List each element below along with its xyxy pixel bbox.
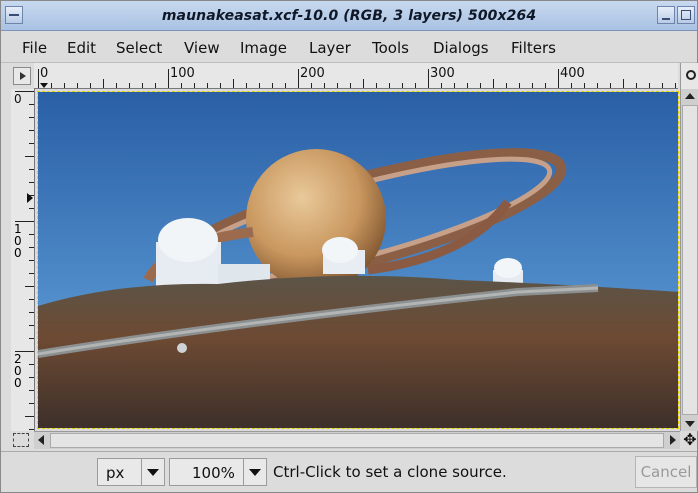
chevron-down-icon[interactable]	[141, 459, 164, 485]
ruler-label-100: 100	[170, 66, 195, 81]
zoom-icon[interactable]	[680, 63, 698, 89]
scroll-down-icon[interactable]	[685, 421, 695, 427]
menu-filters[interactable]: Filters	[511, 39, 556, 57]
menu-bar: File Edit Select View Image Layer Tools …	[1, 31, 697, 63]
menu-layer[interactable]: Layer	[309, 39, 351, 57]
cancel-button[interactable]: Cancel	[635, 456, 697, 488]
unit-selector[interactable]: px	[97, 458, 165, 486]
vruler-label-100: 100	[14, 222, 22, 260]
menu-select[interactable]: Select	[116, 39, 162, 57]
canvas-image	[38, 92, 678, 428]
chevron-down-icon[interactable]	[243, 459, 266, 485]
menu-file[interactable]: File	[22, 39, 47, 57]
horizontal-ruler[interactable]: 0 100 200 300 400	[34, 63, 678, 89]
horizontal-scroll-thumb[interactable]	[50, 433, 664, 448]
image-canvas[interactable]	[37, 91, 679, 429]
maximize-icon[interactable]	[677, 6, 695, 24]
scroll-up-icon[interactable]	[685, 93, 695, 99]
ruler-label-400: 400	[560, 66, 585, 81]
menu-dialogs[interactable]: Dialogs	[433, 39, 489, 57]
vertical-ruler[interactable]: 0 100 200	[11, 89, 35, 431]
minimize-icon[interactable]	[657, 6, 675, 24]
zoom-value: 100%	[192, 464, 235, 482]
unit-value: px	[106, 464, 125, 482]
scroll-right-icon[interactable]	[670, 435, 676, 445]
vertical-scrollbar[interactable]	[680, 89, 698, 431]
navigate-move-icon[interactable]: ✥	[681, 431, 698, 449]
menu-tools[interactable]: Tools	[372, 39, 409, 57]
image-window: maunakeasat.xcf-10.0 (RGB, 3 layers) 500…	[0, 0, 698, 493]
window-title: maunakeasat.xcf-10.0 (RGB, 3 layers) 500…	[161, 8, 537, 24]
title-bar[interactable]: maunakeasat.xcf-10.0 (RGB, 3 layers) 500…	[1, 1, 697, 31]
scroll-left-icon[interactable]	[38, 435, 44, 445]
ruler-label-200: 200	[300, 66, 325, 81]
zoom-selector[interactable]: 100%	[169, 458, 267, 486]
quick-mask-icon[interactable]	[13, 433, 29, 447]
ruler-label-300: 300	[430, 66, 455, 81]
ruler-label-0: 0	[40, 66, 49, 81]
menu-view[interactable]: View	[184, 39, 220, 57]
menu-edit[interactable]: Edit	[67, 39, 96, 57]
vertical-scroll-thumb[interactable]	[682, 105, 698, 415]
vruler-label-0: 0	[14, 93, 22, 105]
status-message: Ctrl-Click to set a clone source.	[273, 463, 507, 481]
vruler-label-200: 200	[14, 352, 22, 390]
menu-image[interactable]: Image	[240, 39, 287, 57]
status-bar: px 100% Ctrl-Click to set a clone source…	[1, 451, 697, 492]
horizontal-scrollbar[interactable]	[34, 431, 680, 449]
vruler-label-0-text: 0	[14, 92, 22, 106]
ruler-menu-triangle-icon[interactable]	[13, 67, 31, 85]
